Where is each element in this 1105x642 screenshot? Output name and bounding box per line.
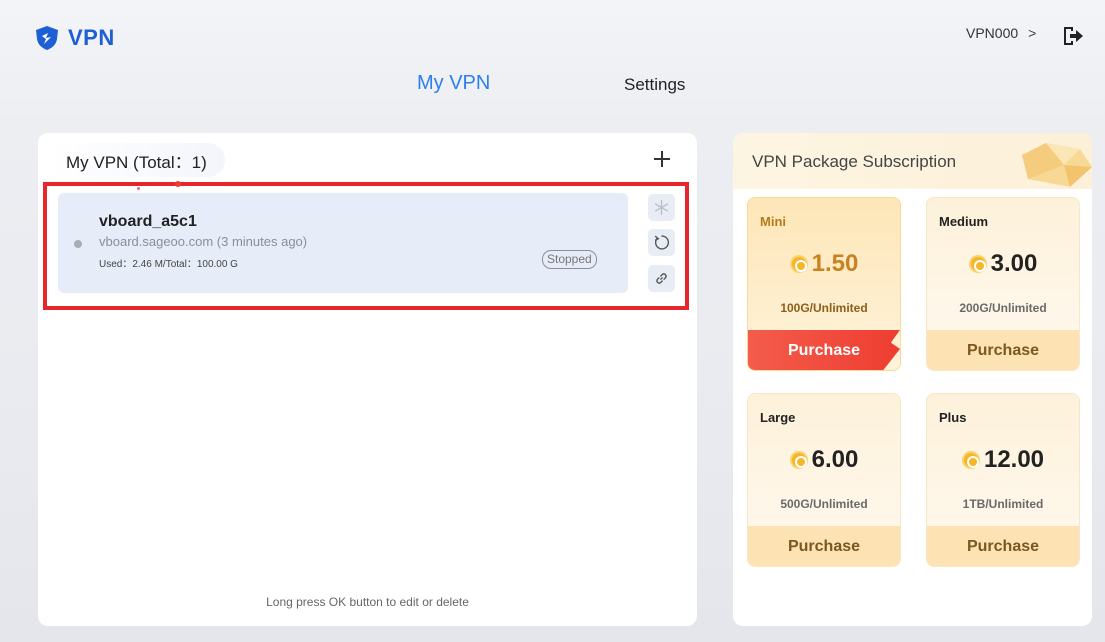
package-name: Mini [760,214,786,229]
vpn-list-item[interactable]: vboard_a5c1 vboard.sageoo.com (3 minutes… [58,193,628,293]
link-button[interactable] [648,265,675,292]
purchase-button[interactable]: Purchase [927,526,1079,566]
add-vpn-button[interactable] [652,149,672,169]
snowflake-icon [654,200,669,215]
package-quota: 200G/Unlimited [959,301,1047,315]
package-card-mini[interactable]: Mini 1.50 100G/Unlimited Purchase [747,197,901,371]
splash-decoration [137,187,140,190]
package-quota: 100G/Unlimited [780,301,868,315]
logo-text: VPN [68,25,115,50]
purchase-button[interactable]: Purchase [927,330,1079,370]
subscription-header: VPN Package Subscription [733,133,1092,189]
status-dot-icon [74,240,82,248]
package-card-plus[interactable]: Plus 12.00 1TB/Unlimited Purchase [926,393,1080,567]
refresh-icon [654,235,670,250]
tab-my-vpn[interactable]: My VPN [417,72,490,95]
tab-settings[interactable]: Settings [624,75,685,95]
coin-icon [789,255,808,273]
vpn-name: vboard_a5c1 [99,213,197,230]
subscription-title: VPN Package Subscription [752,152,957,171]
package-name: Large [760,410,796,425]
top-background [0,0,1105,130]
price-value: 1.50 [811,250,859,277]
link-icon [656,273,667,284]
status-badge: Stopped [542,250,597,269]
package-price: 12.00 [927,446,1079,474]
package-quota: 1TB/Unlimited [962,497,1044,511]
price-value: 3.00 [990,250,1038,277]
package-price: 6.00 [748,446,900,474]
coin-icon [961,451,980,469]
edit-hint: Long press OK button to edit or delete [266,595,469,609]
package-card-large[interactable]: Large 6.00 500G/Unlimited Purchase [747,393,901,567]
gem-icon [1022,143,1092,187]
package-card-medium[interactable]: Medium 3.00 200G/Unlimited Purchase [926,197,1080,371]
package-name: Plus [939,410,967,425]
shield-icon [36,26,58,50]
package-price: 1.50 [748,250,900,278]
vpn-list-header: My VPN (Total：1) [48,143,225,177]
coin-icon [789,451,808,469]
chevron-right-icon: > [1028,25,1037,41]
price-value: 6.00 [811,446,859,473]
price-value: 12.00 [983,446,1045,473]
refresh-button[interactable] [648,229,675,256]
purchase-button[interactable]: Purchase [748,526,900,566]
app-logo: VPN [34,25,115,51]
vpn-host: vboard.sageoo.com (3 minutes ago) [99,234,308,249]
coin-icon [968,255,987,273]
freeze-button[interactable] [648,194,675,221]
package-price: 3.00 [927,250,1079,278]
logout-icon[interactable] [1061,24,1085,48]
package-quota: 500G/Unlimited [780,497,868,511]
purchase-button[interactable]: Purchase [748,330,900,370]
vpn-usage: Used：2.46 M/Total：100.00 G [99,259,238,270]
package-name: Medium [939,214,989,229]
vpn-list-title: My VPN (Total：1) [66,152,207,172]
account-link[interactable]: VPN000 > [966,25,1036,41]
account-name: VPN000 [966,25,1019,41]
splash-decoration [175,181,181,187]
